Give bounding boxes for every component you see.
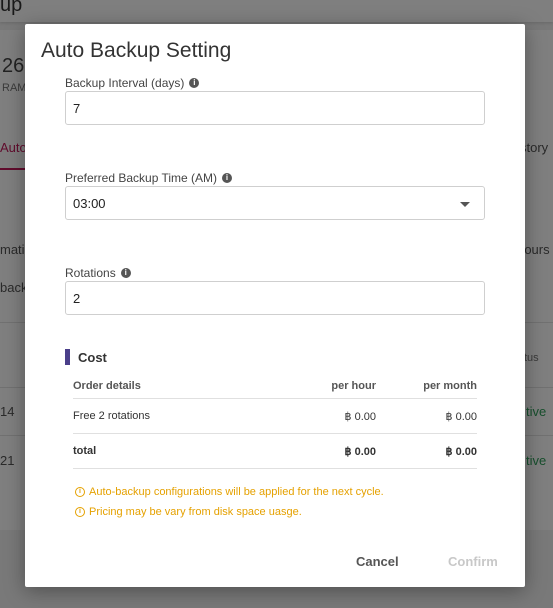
backup-interval-label-text: Backup Interval (days): [65, 76, 185, 90]
preferred-time-label: Preferred Backup Time (AM) i: [65, 171, 233, 185]
info-icon[interactable]: i: [120, 268, 131, 278]
preferred-time-select[interactable]: 03:00: [65, 186, 485, 220]
cost-table: Order details per hour per month Free 2 …: [73, 374, 477, 469]
rotations-label-text: Rotations: [65, 266, 116, 280]
note-next-cycle: i Auto-backup configurations will be app…: [75, 486, 384, 498]
info-icon[interactable]: i: [222, 173, 233, 183]
header-order-details: Order details: [73, 380, 141, 392]
preferred-time-label-text: Preferred Backup Time (AM): [65, 171, 218, 185]
rotations-value: 2: [73, 290, 81, 306]
chevron-down-icon[interactable]: [460, 202, 470, 207]
total-per-hour: ฿ 0.00: [344, 445, 376, 458]
cost-accent-bar: [65, 349, 70, 365]
row-per-hour: ฿ 0.00: [344, 410, 376, 423]
auto-backup-setting-modal: Auto Backup Setting Backup Interval (day…: [25, 24, 525, 587]
info-circle-icon: i: [75, 507, 85, 517]
row-per-month: ฿ 0.00: [445, 410, 477, 423]
modal-title: Auto Backup Setting: [41, 39, 232, 62]
header-per-month: per month: [423, 380, 477, 392]
backup-interval-input[interactable]: 7: [65, 91, 485, 125]
rotations-label: Rotations i: [65, 266, 131, 280]
preferred-time-value: 03:00: [73, 195, 106, 211]
info-circle-icon: i: [75, 487, 85, 497]
total-per-month: ฿ 0.00: [445, 445, 477, 458]
confirm-button[interactable]: Confirm: [448, 554, 498, 569]
cancel-button[interactable]: Cancel: [356, 554, 399, 569]
note-pricing-text: Pricing may be vary from disk space uasg…: [89, 506, 302, 518]
note-pricing: i Pricing may be vary from disk space ua…: [75, 506, 302, 518]
cost-section-header: Cost: [65, 349, 107, 365]
cost-title: Cost: [78, 349, 107, 365]
rotations-input[interactable]: 2: [65, 281, 485, 315]
row-description: Free 2 rotations: [73, 410, 151, 422]
info-icon[interactable]: i: [189, 78, 200, 88]
backup-interval-label: Backup Interval (days) i: [65, 76, 200, 90]
header-per-hour: per hour: [331, 380, 376, 392]
table-row-total: total ฿ 0.00 ฿ 0.00: [73, 434, 477, 469]
backup-interval-value: 7: [73, 100, 81, 116]
table-row: Free 2 rotations ฿ 0.00 ฿ 0.00: [73, 399, 477, 434]
total-label: total: [73, 445, 97, 457]
note-next-cycle-text: Auto-backup configurations will be appli…: [89, 486, 384, 498]
cost-table-header: Order details per hour per month: [73, 374, 477, 399]
